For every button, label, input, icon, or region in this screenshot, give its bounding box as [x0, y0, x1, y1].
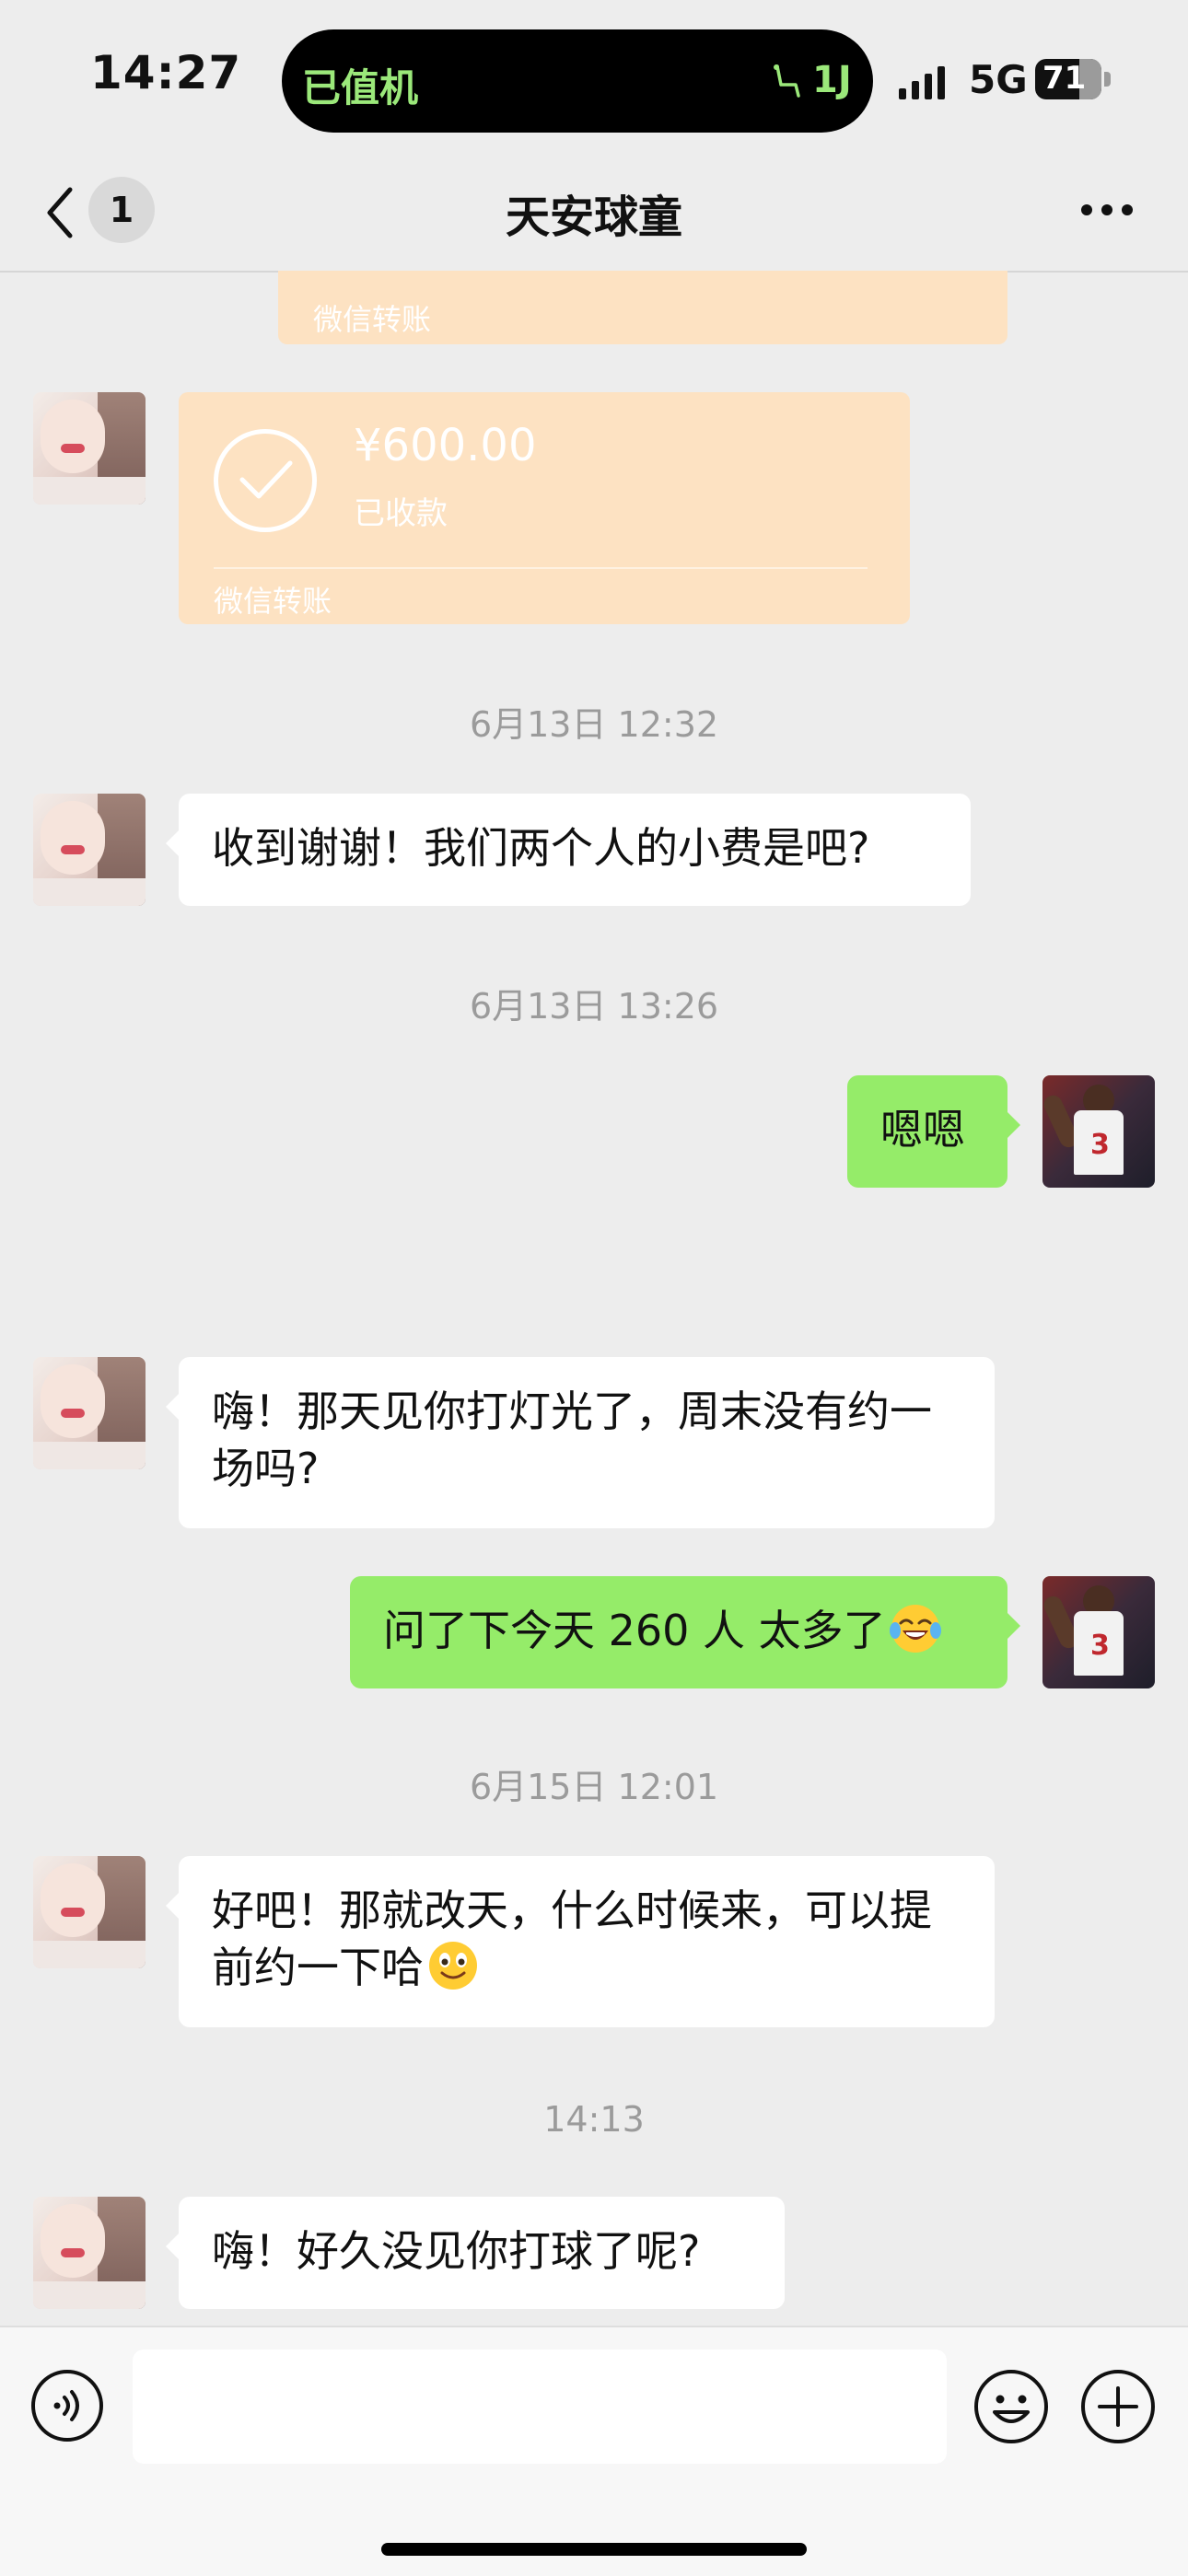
network-type: 5G [969, 57, 1028, 102]
transfer-amount: ¥600.00 [354, 420, 537, 471]
dynamic-island[interactable]: 已值机 1J [282, 29, 873, 133]
avatar[interactable] [33, 2197, 146, 2309]
message-input[interactable] [133, 2350, 947, 2464]
avatar[interactable] [33, 794, 146, 906]
island-seat-code: 1J [812, 59, 852, 101]
chevron-left-icon[interactable] [42, 184, 79, 241]
island-status-text: 已值机 [302, 65, 419, 110]
message-bubble[interactable]: 好吧！那就改天，什么时候来，可以提前约一下哈 [166, 1856, 995, 2027]
transfer-status: 已收款 [354, 495, 448, 532]
input-bar [0, 2326, 1188, 2576]
laughing-tears-emoji [889, 1605, 941, 1653]
avatar[interactable] [33, 1856, 146, 1968]
card-divider [214, 567, 868, 569]
battery-level: 71 [1042, 60, 1087, 97]
timestamp: 6月15日 12:01 [469, 1767, 719, 1807]
checkmark-icon [214, 429, 317, 532]
message-text: 嗨！好久没见你打球了呢? [212, 2226, 701, 2276]
avatar[interactable] [33, 392, 146, 505]
message-text: 好吧！那就改天，什么时候来，可以提前约一下哈 [212, 1886, 932, 1992]
smile-emoji [429, 1942, 477, 1990]
message-text: 问了下今天 260 人 太多了 [383, 1606, 886, 1655]
timestamp: 6月13日 12:32 [469, 704, 719, 745]
message-bubble[interactable]: 嗯嗯 [847, 1075, 1020, 1188]
emoji-icon[interactable] [973, 2368, 1050, 2445]
avatar[interactable]: 3 [1042, 1576, 1155, 1688]
timestamp: 6月13日 13:26 [469, 986, 719, 1027]
timestamp: 14:13 [543, 2099, 645, 2140]
transfer-card[interactable]: ¥600.00 已收款 微信转账 [179, 392, 910, 624]
more-icon[interactable] [1079, 203, 1135, 217]
signal-icon [899, 66, 945, 99]
battery-icon: 71 [1035, 59, 1111, 99]
chat-header: 1 天安球童 [0, 166, 1188, 273]
message-text: 收到谢谢！我们两个人的小费是吧? [212, 823, 870, 873]
status-bar: 14:27 已值机 1J 5G 71 [0, 0, 1188, 166]
message-bubble[interactable]: 嗨！好久没见你打球了呢? [166, 2197, 785, 2309]
voice-icon[interactable] [29, 2368, 105, 2443]
avatar[interactable] [33, 1357, 146, 1469]
plus-icon[interactable] [1079, 2368, 1157, 2445]
transfer-caption: 微信转账 [313, 302, 432, 337]
home-indicator[interactable] [381, 2543, 807, 2556]
seat-icon [774, 64, 800, 98]
transfer-card-partial[interactable]: 微信转账 [278, 271, 1007, 344]
transfer-caption: 微信转账 [214, 584, 332, 619]
status-time: 14:27 [90, 46, 242, 99]
chat-title: 天安球童 [505, 191, 682, 243]
message-text: 嗨！那天见你打灯光了，周末没有约一场吗? [212, 1387, 932, 1493]
message-text: 嗯嗯 [880, 1105, 965, 1155]
avatar[interactable]: 3 [1042, 1075, 1155, 1188]
message-bubble[interactable]: 收到谢谢！我们两个人的小费是吧? [166, 794, 971, 906]
unread-badge[interactable]: 1 [88, 177, 155, 243]
message-bubble[interactable]: 嗨！那天见你打灯光了，周末没有约一场吗? [166, 1357, 995, 1528]
message-bubble[interactable]: 问了下今天 260 人 太多了 [350, 1576, 1020, 1688]
